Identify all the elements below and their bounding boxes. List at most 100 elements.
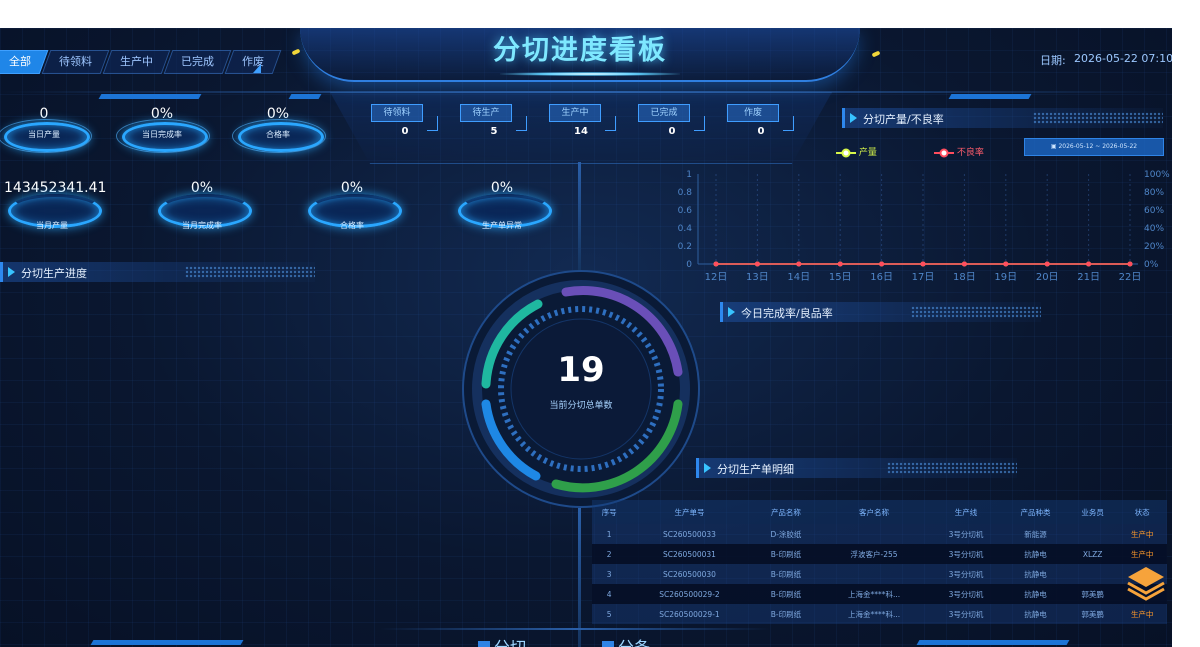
table-cell: 2 [592,544,627,564]
table-row[interactable]: 3 SC260500030 B-印刷纸 3号分切机 抗静电 [592,564,1167,584]
legend-output-marker [836,148,856,157]
table-cell: 抗静电 [1003,544,1068,564]
table-cell: 生产中 [1117,604,1167,624]
series-point-1 [961,261,967,267]
section-progress: 分切生产进度 [0,262,315,282]
table-cell: 新能源 [1003,524,1068,544]
table-header-cell: 序号 [592,500,627,524]
table-header-cell: 产品种类 [1003,500,1068,524]
bottom-tab-stripping[interactable]: 分条 [602,634,650,647]
table-cell: 1 [592,524,627,544]
table-row[interactable]: 1 SC260500033 D-涂胶纸 3号分切机 新能源 生产中 [592,524,1167,544]
table-row[interactable]: 5 SC260500029-1 B-印刷纸 上海金****科... 3号分切机 抗静电 郭美… [592,604,1167,624]
tabs-corner-icon [253,64,261,73]
bottom-divider [380,628,770,630]
table-cell [819,524,929,544]
table-cell: B-印刷纸 [752,604,820,624]
table-cell: 生产中 [1117,524,1167,544]
output-defect-chart: 0 0.2 0.4 0.6 0.8 1 0% 20% 40% 60% 80% 100% 12日 13日 14… [678,170,1171,283]
tab-all[interactable]: 全部 [0,50,49,74]
x-tick-label: 14日 [787,272,810,283]
calendar-icon: ▣ [1050,143,1057,150]
flow-connector [783,116,794,131]
deco-bar [948,94,1032,99]
tab-pending-material[interactable]: 待领料 [41,50,110,74]
deco-bar [916,640,1070,645]
deco-bar [90,640,244,645]
divider-vertical [578,508,581,647]
deco-bar [288,94,322,99]
table-cell: SC260500029-1 [626,604,753,624]
table-row[interactable]: 4 SC260500029-2 B-印刷纸 上海金****科... 3号分切机 抗静电 郭美… [592,584,1167,604]
flow-label-completed[interactable]: 已完成 [638,104,690,122]
table-cell: 郭美鹏 [1067,604,1118,624]
table-cell: D-涂胶纸 [752,524,820,544]
y-right-tick-label: 100% [1144,170,1170,180]
table-cell: B-印刷纸 [752,544,820,564]
table-cell: 3号分切机 [928,544,1004,564]
status-tabs: 全部 待领料 生产中 已完成 作废 [0,50,282,74]
y-right-tick-label: 20% [1144,242,1164,252]
series-point-1 [920,261,926,267]
flow-count-completed: 0 [668,126,676,137]
tab-label: 待领料 [59,55,92,68]
x-tick-label: 21日 [1077,272,1100,283]
section-title: 分切产量/不良率 [863,113,944,126]
flow-connector [427,116,438,131]
table-row[interactable]: 2 SC260500031 B-印刷纸 浮波客户-255 3号分切机 抗静电 XLZZ 生产中 [592,544,1167,564]
flow-label-in-production[interactable]: 生产中 [549,104,601,122]
legend-output: 产量 [836,145,877,158]
screenshot-frame: 分切进度看板 日期: 2026-05-22 07:10:4 全部 待领料 生产中… [0,0,1200,647]
table-cell: 浮波客户-255 [819,544,929,564]
legend-output-label: 产量 [858,148,877,158]
flow-label-pending-material[interactable]: 待领料 [371,104,423,122]
section-title: 今日完成率/良品率 [741,307,833,320]
flow-label-voided[interactable]: 作废 [727,104,779,122]
y-right-tick-label: 60% [1144,206,1164,216]
series-point-1 [796,261,802,267]
section-arrow-icon [8,267,15,277]
table-cell [1067,564,1118,584]
detail-table: 序号 生产单号 产品名称 客户名称 生产线 产品种类 业务员 状态 1 SC260500033 D… [592,500,1167,624]
flow-label-pending-production[interactable]: 待生产 [460,104,512,122]
section-dots [911,306,1041,318]
date-range-start: 2026-05-12 [1058,143,1094,150]
legend-defect-marker [934,148,954,157]
table-header-row: 序号 生产单号 产品名称 客户名称 生产线 产品种类 业务员 状态 [592,500,1167,524]
table-cell: SC260500033 [626,524,753,544]
series-point-1 [1086,261,1092,267]
table-header-cell: 客户名称 [819,500,929,524]
table-cell: 抗静电 [1003,604,1068,624]
table-cell: SC260500030 [626,564,753,584]
y-right-tick-label: 80% [1144,188,1164,198]
total-orders-donut: 19 当前分切总单数 [456,264,706,514]
table-cell: 郭美鹏 [1067,584,1118,604]
table-cell: B-印刷纸 [752,584,820,604]
table-cell: 5 [592,604,627,624]
table-cell: 4 [592,584,627,604]
series-point-1 [1127,261,1133,267]
section-today-rate: 今日完成率/良品率 [720,302,1041,322]
y-left-tick-label: 0.8 [678,188,693,198]
stripping-icon [602,641,614,647]
deco-bar [98,94,202,99]
y-left-tick-label: 0.6 [678,206,693,216]
total-orders-label: 当前分切总单数 [549,401,613,411]
series-point-1 [879,261,885,267]
section-title: 分切生产进度 [21,267,87,280]
tab-completed[interactable]: 已完成 [163,50,232,74]
bottom-tab-slitting[interactable]: 分切 [478,634,526,647]
total-orders-value: 19 [557,350,605,390]
table-header-cell: 业务员 [1067,500,1118,524]
tab-label: 已完成 [181,55,214,68]
table-cell: XLZZ [1067,544,1118,564]
table-cell: 抗静电 [1003,584,1068,604]
layers-icon[interactable] [1126,565,1166,601]
x-tick-label: 20日 [1036,272,1059,283]
month-pass-rate-label: 合格率 [340,221,364,230]
flow-count-in-production: 14 [574,126,588,137]
date-range-picker[interactable]: ▣ 2026-05-12 ~ 2026-05-22 [1024,138,1164,156]
y-left-tick-label: 0.4 [678,224,693,234]
section-dots [887,462,1017,474]
tab-in-production[interactable]: 生产中 [102,50,171,74]
